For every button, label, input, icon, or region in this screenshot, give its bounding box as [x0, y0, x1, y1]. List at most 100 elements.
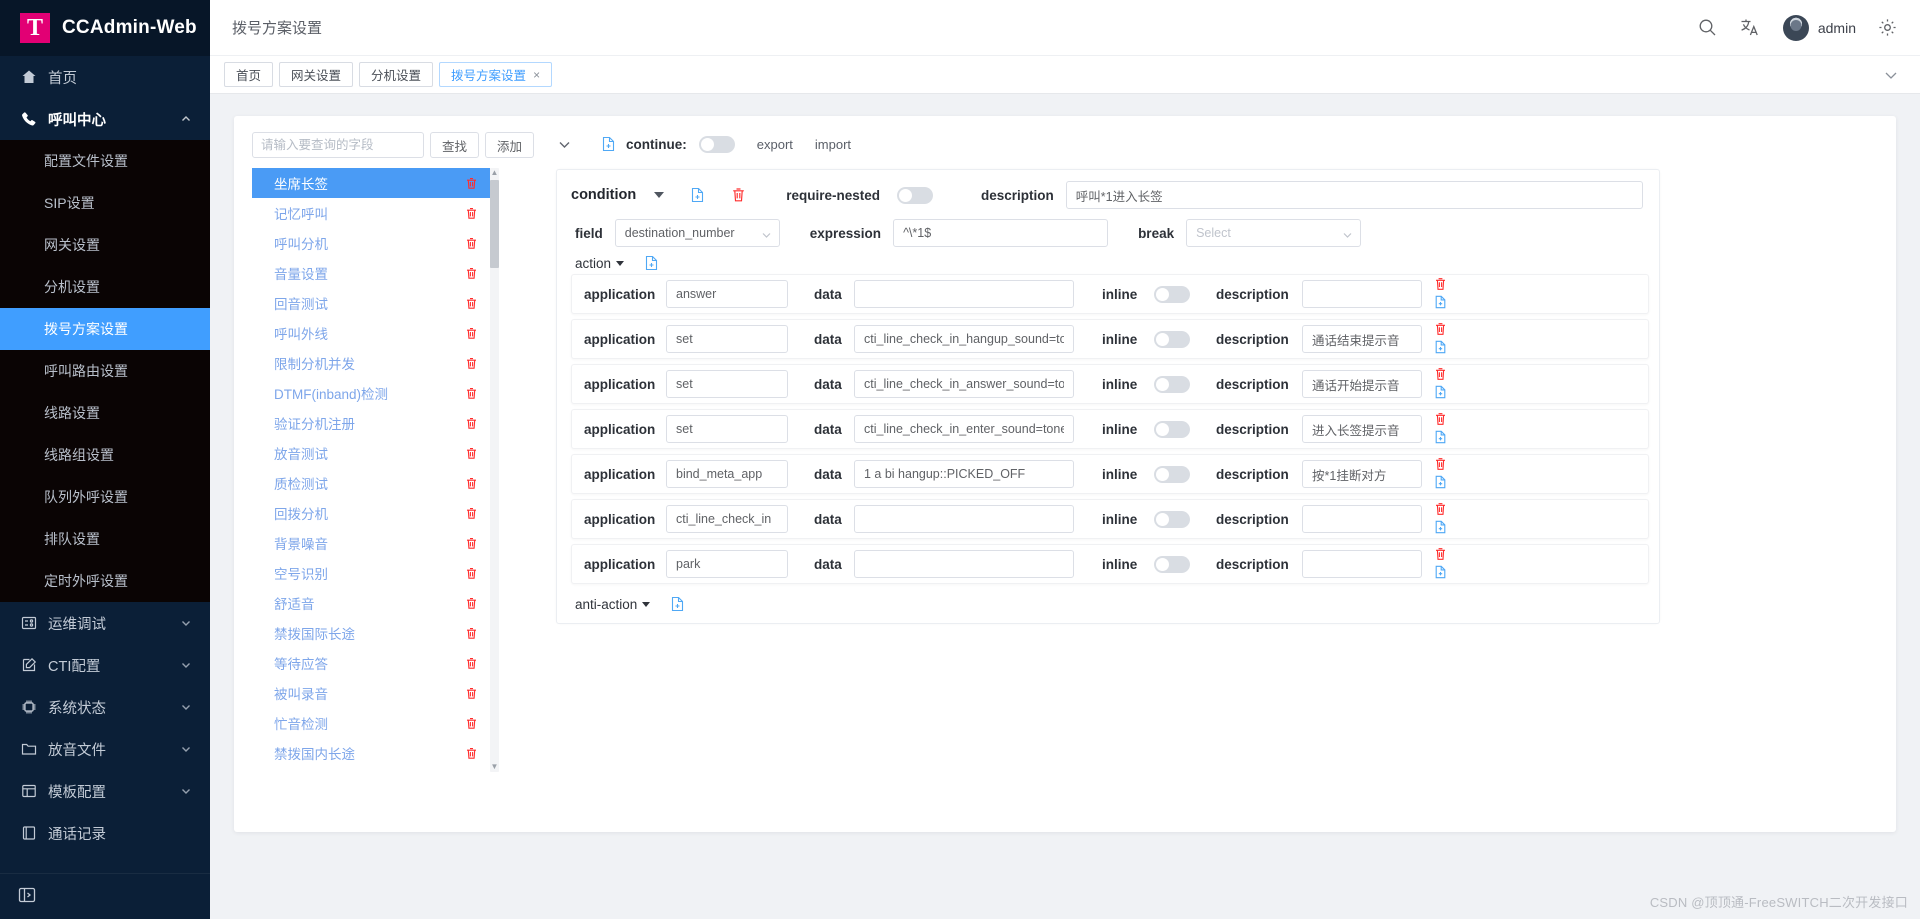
import-button[interactable]: import — [815, 137, 851, 152]
list-item[interactable]: 禁拨国内长途 — [252, 738, 490, 768]
list-item[interactable]: 被叫录音 — [252, 678, 490, 708]
delete-icon[interactable] — [465, 417, 478, 430]
list-item[interactable]: 记忆呼叫 — [252, 198, 490, 228]
expression-input[interactable] — [893, 219, 1108, 247]
list-item[interactable]: DTMF(inband)检测 — [252, 378, 490, 408]
sidebar-item-call-records[interactable]: 通话记录 — [0, 812, 210, 854]
delete-icon[interactable] — [465, 357, 478, 370]
chevron-down-icon[interactable] — [556, 136, 573, 153]
close-icon[interactable]: × — [533, 68, 540, 82]
sidebar-collapse-button[interactable] — [0, 873, 210, 919]
add-action-row-icon[interactable] — [1434, 295, 1449, 311]
list-item[interactable]: 空号识别 — [252, 558, 490, 588]
sidebar-subitem-extension-settings[interactable]: 分机设置 — [0, 266, 210, 308]
description-input[interactable] — [1302, 460, 1422, 488]
sidebar-subitem-line-settings[interactable]: 线路设置 — [0, 392, 210, 434]
list-item[interactable]: 呼叫外线 — [252, 318, 490, 348]
inline-toggle[interactable] — [1154, 466, 1190, 483]
inline-toggle[interactable] — [1154, 376, 1190, 393]
sidebar-item-home[interactable]: 首页 — [0, 56, 210, 98]
tab-gateway-settings[interactable]: 网关设置 — [279, 62, 353, 87]
add-action-row-icon[interactable] — [1434, 430, 1449, 446]
application-input[interactable] — [666, 280, 788, 308]
export-button[interactable]: export — [757, 137, 793, 152]
data-input[interactable] — [854, 370, 1074, 398]
description-input[interactable] — [1302, 325, 1422, 353]
delete-icon[interactable] — [465, 537, 478, 550]
sidebar-subitem-dialplan-settings[interactable]: 拨号方案设置 — [0, 308, 210, 350]
add-action-row-icon[interactable] — [1434, 520, 1449, 536]
application-input[interactable] — [666, 415, 788, 443]
require-nested-toggle[interactable] — [897, 187, 933, 204]
brand-logo[interactable]: T CCAdmin-Web — [0, 0, 210, 56]
data-input[interactable] — [854, 325, 1074, 353]
sidebar-subitem-queue-outbound-settings[interactable]: 队列外呼设置 — [0, 476, 210, 518]
add-file-icon[interactable] — [601, 136, 616, 152]
delete-action-icon[interactable] — [1434, 547, 1449, 563]
chevron-down-icon[interactable] — [1882, 66, 1900, 84]
search-icon[interactable] — [1697, 17, 1719, 39]
list-item[interactable]: 舒适音 — [252, 588, 490, 618]
delete-action-icon[interactable] — [1434, 502, 1449, 518]
sidebar-item-call-center[interactable]: 呼叫中心 — [0, 98, 210, 140]
delete-icon[interactable] — [465, 597, 478, 610]
sidebar-item-audio-files[interactable]: 放音文件 — [0, 728, 210, 770]
caret-down-icon[interactable] — [616, 261, 624, 266]
inline-toggle[interactable] — [1154, 286, 1190, 303]
list-item[interactable]: 坐席长签 — [252, 168, 490, 198]
inline-toggle[interactable] — [1154, 421, 1190, 438]
delete-action-icon[interactable] — [1434, 457, 1449, 473]
add-button[interactable]: 添加 — [485, 132, 534, 158]
data-input[interactable] — [854, 550, 1074, 578]
delete-icon[interactable] — [465, 627, 478, 640]
add-action-row-icon[interactable] — [1434, 475, 1449, 491]
inline-toggle[interactable] — [1154, 511, 1190, 528]
list-item[interactable]: 背景噪音 — [252, 528, 490, 558]
list-item[interactable]: 音量设置 — [252, 258, 490, 288]
continue-toggle[interactable] — [699, 136, 735, 153]
data-input[interactable] — [854, 280, 1074, 308]
add-anti-action-icon[interactable] — [670, 596, 685, 612]
sidebar-subitem-call-route-settings[interactable]: 呼叫路由设置 — [0, 350, 210, 392]
description-input[interactable] — [1302, 280, 1422, 308]
list-item[interactable]: 质检测试 — [252, 468, 490, 498]
list-item[interactable]: 验证分机注册 — [252, 408, 490, 438]
inline-toggle[interactable] — [1154, 556, 1190, 573]
sidebar-subitem-queue-settings[interactable]: 排队设置 — [0, 518, 210, 560]
condition-description-input[interactable] — [1066, 181, 1643, 209]
delete-icon[interactable] — [465, 477, 478, 490]
translate-icon[interactable] — [1739, 17, 1761, 39]
description-input[interactable] — [1302, 370, 1422, 398]
list-item[interactable]: 禁拨国际长途 — [252, 618, 490, 648]
delete-action-icon[interactable] — [1434, 367, 1449, 383]
inline-toggle[interactable] — [1154, 331, 1190, 348]
caret-down-icon[interactable] — [654, 192, 664, 198]
list-item[interactable]: 回音测试 — [252, 288, 490, 318]
scroll-up-icon[interactable]: ▲ — [490, 168, 499, 178]
sidebar-subitem-sip-settings[interactable]: SIP设置 — [0, 182, 210, 224]
application-input[interactable] — [666, 370, 788, 398]
sidebar-subitem-profile-settings[interactable]: 配置文件设置 — [0, 140, 210, 182]
application-input[interactable] — [666, 550, 788, 578]
data-input[interactable] — [854, 460, 1074, 488]
delete-icon[interactable] — [465, 747, 478, 760]
delete-icon[interactable] — [465, 297, 478, 310]
list-item[interactable]: 放音测试 — [252, 438, 490, 468]
scrollbar-thumb[interactable] — [490, 180, 499, 268]
sidebar-item-ops-debug[interactable]: 运维调试 — [0, 602, 210, 644]
delete-icon[interactable] — [465, 177, 478, 190]
description-input[interactable] — [1302, 505, 1422, 533]
add-action-row-icon[interactable] — [1434, 565, 1449, 581]
list-scrollbar[interactable]: ▲ ▼ — [490, 168, 499, 772]
add-condition-icon[interactable] — [690, 187, 705, 203]
list-item[interactable]: 回拨分机 — [252, 498, 490, 528]
field-select[interactable] — [615, 219, 780, 247]
application-input[interactable] — [666, 325, 788, 353]
list-item[interactable]: 忙音检测 — [252, 708, 490, 738]
application-input[interactable] — [666, 505, 788, 533]
delete-icon[interactable] — [465, 687, 478, 700]
caret-down-icon[interactable] — [642, 602, 650, 607]
tab-home[interactable]: 首页 — [224, 62, 273, 87]
delete-icon[interactable] — [465, 207, 478, 220]
avatar[interactable] — [1783, 15, 1809, 41]
